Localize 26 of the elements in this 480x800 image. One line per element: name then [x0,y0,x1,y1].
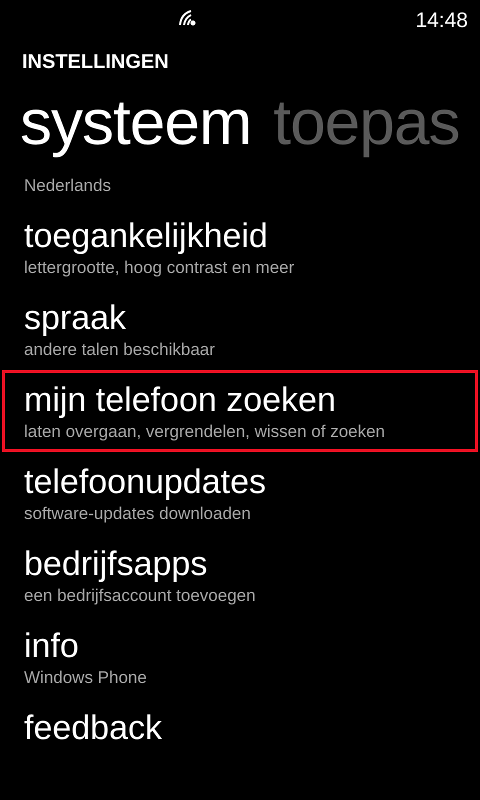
item-subtitle: laten overgaan, vergrendelen, wissen of zoeken [24,421,386,443]
settings-item[interactable]: Nederlands [2,166,478,206]
item-subtitle: software-updates downloaden [24,503,251,525]
pivot-header[interactable]: systeem [20,86,252,158]
item-title: mijn telefoon zoeken [24,380,336,421]
item-subtitle: andere talen beschikbaar [24,339,215,361]
wifi-signal-icon [178,8,198,28]
item-title: toegankelijkheid [24,216,268,257]
item-subtitle: een bedrijfsaccount toevoegen [24,585,256,607]
item-title: spraak [24,298,126,339]
item-title: info [24,626,79,667]
settings-item[interactable]: telefoonupdates software-updates downloaden [2,452,478,534]
settings-item[interactable]: bedrijfsapps een bedrijfsaccount toevoegen [2,534,478,616]
item-subtitle: Windows Phone [24,667,147,689]
item-title: feedback [24,708,162,749]
settings-item[interactable]: toegankelijkheid lettergrootte, hoog contrast en meer [2,206,478,288]
item-subtitle: Nederlands [24,175,111,197]
settings-item[interactable]: mijn telefoon zoeken laten overgaan, vergrendelen, wissen of zoeken [2,370,478,452]
settings-item[interactable]: spraak andere talen beschikbaar [2,288,478,370]
item-title: bedrijfsapps [24,544,208,585]
app-title: INSTELLINGEN [22,52,169,72]
item-title: telefoonupdates [24,462,266,503]
settings-item[interactable]: feedback [2,698,478,758]
item-subtitle: lettergrootte, hoog contrast en meer [24,257,294,279]
clock-time: 14:48 [415,10,468,30]
settings-item[interactable]: info Windows Phone [2,616,478,698]
